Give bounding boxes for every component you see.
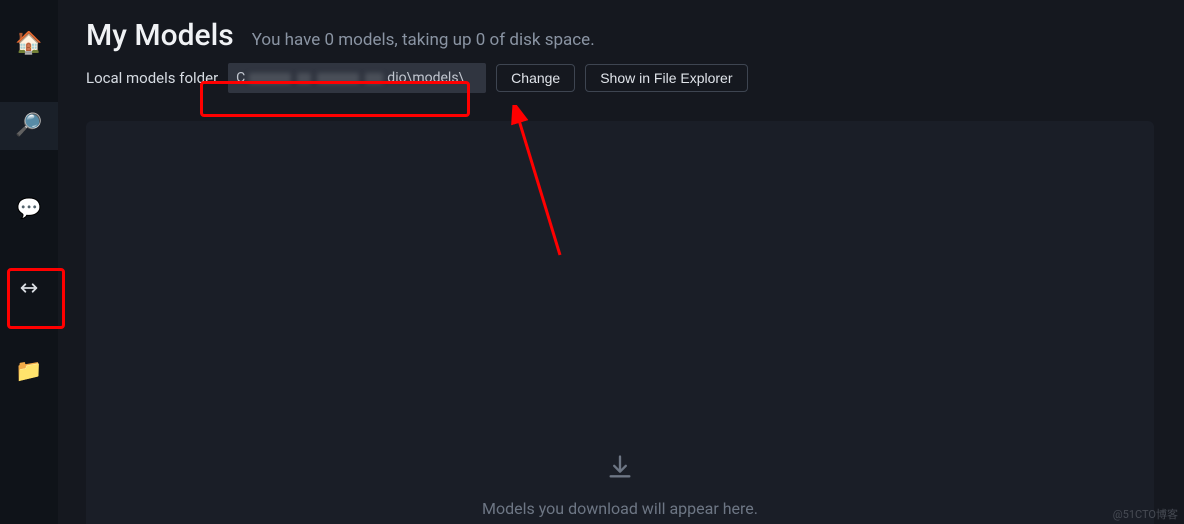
sidebar-item-folder[interactable]: 📁	[0, 348, 58, 396]
redacted-segment	[365, 73, 383, 84]
folder-icon: 📁	[15, 361, 42, 383]
sidebar: 🏠 🔎 💬 📁	[0, 0, 58, 524]
download-icon	[606, 453, 634, 485]
show-in-file-explorer-button[interactable]: Show in File Explorer	[585, 64, 747, 92]
sidebar-item-search[interactable]: 🔎	[0, 102, 58, 150]
redacted-segment	[249, 73, 291, 84]
models-list-area: Models you download will appear here.	[86, 121, 1154, 524]
empty-state: Models you download will appear here.	[482, 453, 758, 518]
folder-label: Local models folder	[86, 69, 218, 87]
redacted-segment	[297, 73, 311, 84]
sidebar-item-chat[interactable]: 💬	[0, 184, 58, 232]
watermark: @51CTO博客	[1113, 506, 1178, 522]
page-subtitle: You have 0 models, taking up 0 of disk s…	[252, 30, 595, 50]
main-content: My Models You have 0 models, taking up 0…	[58, 0, 1184, 524]
header-row: My Models You have 0 models, taking up 0…	[86, 18, 1154, 53]
redacted-segment	[317, 73, 359, 84]
page-title: My Models	[86, 18, 234, 53]
arrows-icon	[18, 277, 40, 303]
change-button[interactable]: Change	[496, 64, 575, 92]
models-path-input[interactable]: C dio\models\	[228, 63, 486, 93]
empty-state-text: Models you download will appear here.	[482, 499, 758, 518]
chat-icon: 💬	[17, 198, 42, 218]
sidebar-item-home[interactable]: 🏠	[0, 20, 58, 68]
path-prefix: C	[236, 70, 245, 86]
sidebar-item-local-server[interactable]	[0, 266, 58, 314]
search-icon: 🔎	[15, 115, 42, 137]
folder-row: Local models folder C dio\models\ Change…	[86, 63, 1154, 93]
home-icon: 🏠	[15, 33, 42, 55]
path-suffix: dio\models\	[387, 70, 464, 86]
